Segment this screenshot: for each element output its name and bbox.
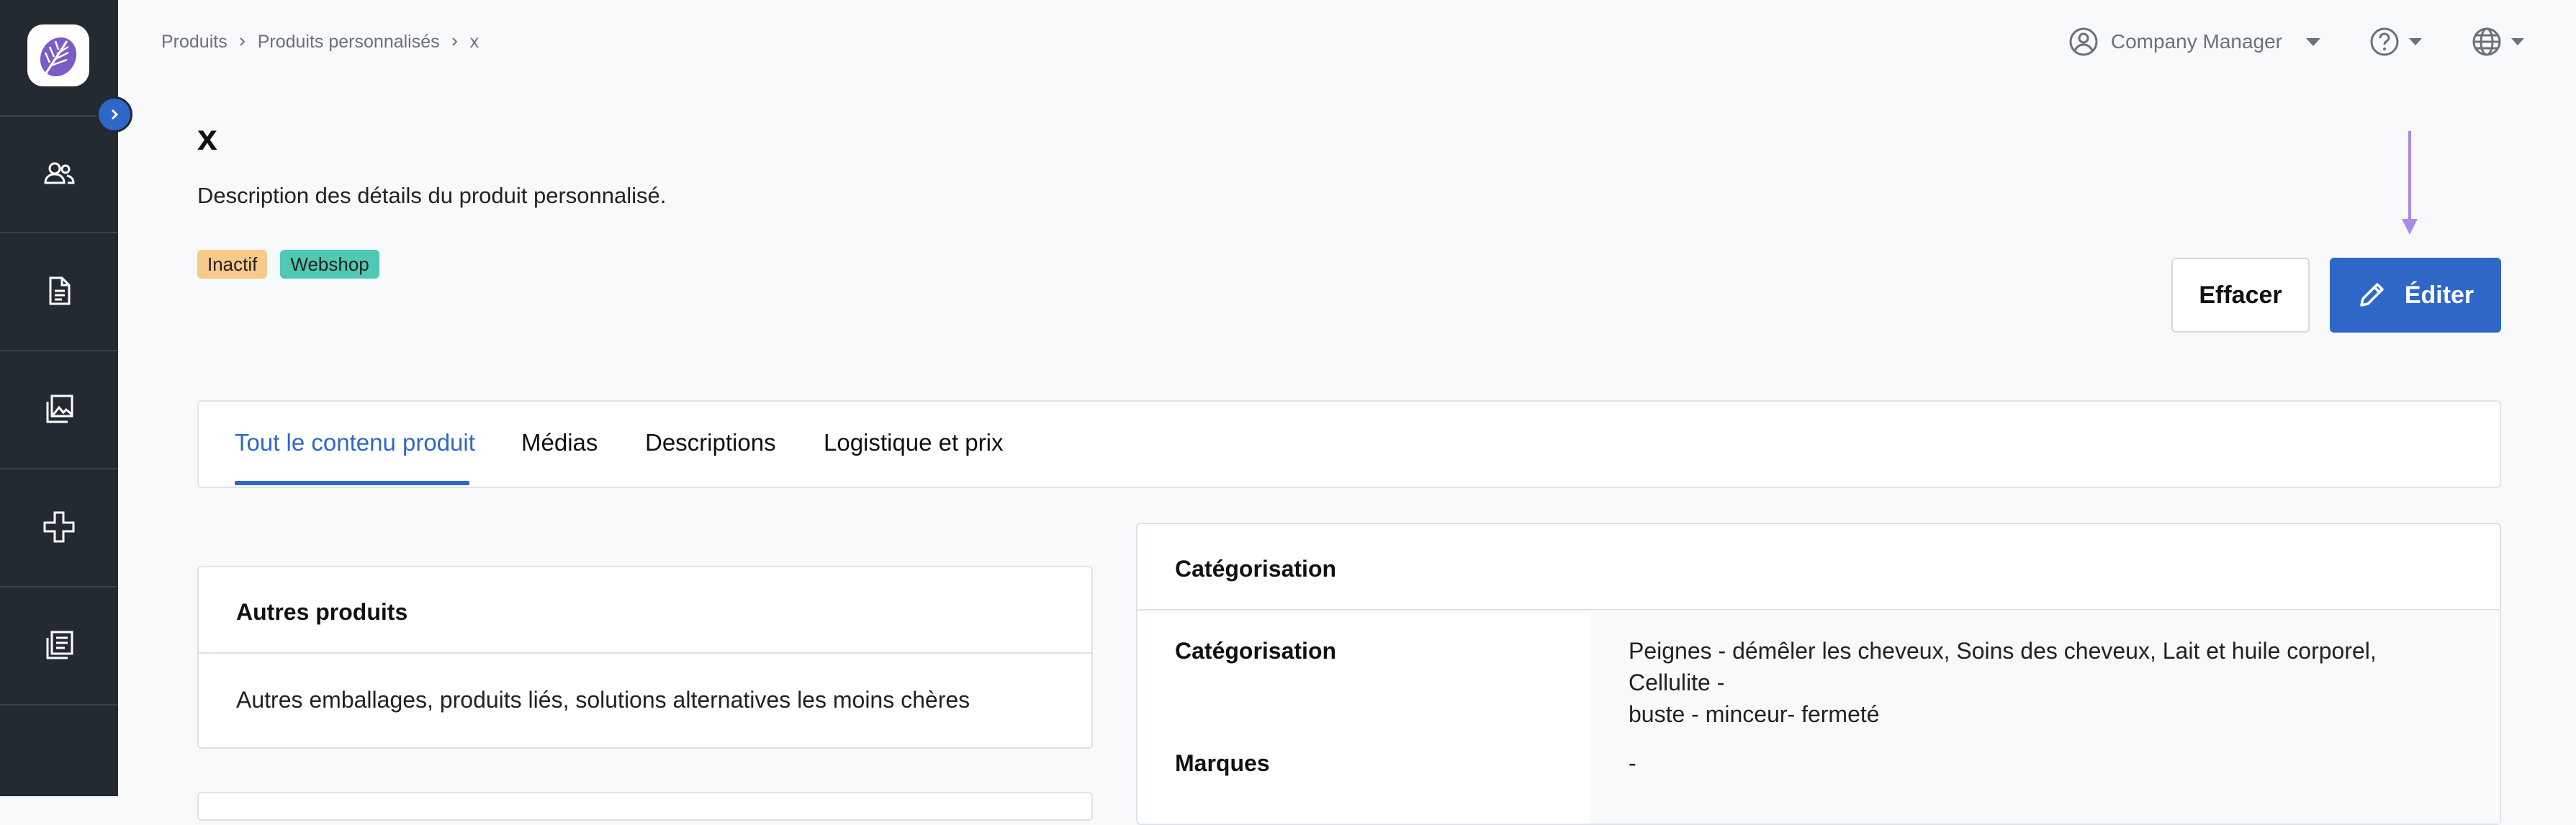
active-tab-indicator	[235, 481, 469, 485]
tab-media[interactable]: Médias	[521, 429, 598, 490]
app-logo[interactable]	[27, 24, 89, 86]
breadcrumb-item-custom-products[interactable]: Produits personnalisés	[258, 32, 440, 53]
chevron-right-icon	[111, 109, 119, 120]
other-products-title: Autres produits	[199, 567, 1091, 654]
categorization-value-line: Peignes - démêler les cheveux, Soins des…	[1629, 638, 2377, 695]
categorization-title: Catégorisation	[1138, 524, 2500, 610]
categorization-value-line: buste - minceur- fermeté	[1629, 701, 1880, 727]
sidebar-item-add[interactable]	[0, 469, 118, 586]
sidebar-expand-button[interactable]	[96, 96, 132, 132]
categorization-card: Catégorisation Catégorisation Peignes - …	[1136, 523, 2501, 825]
globe-icon	[2472, 27, 2501, 56]
pencil-icon	[2360, 283, 2384, 307]
clear-button[interactable]: Effacer	[2171, 258, 2310, 333]
product-tabs: Tout le contenu produit Médias Descripti…	[197, 400, 2501, 488]
chevron-right-icon	[451, 37, 458, 46]
categorization-row-value: Peignes - démêler les cheveux, Soins des…	[1629, 635, 2456, 730]
arrow-down-annotation-icon	[2402, 131, 2418, 235]
page-title: x	[197, 117, 217, 158]
edit-button-label: Éditer	[2404, 281, 2474, 309]
help-menu[interactable]	[2369, 26, 2423, 58]
leaf-logo-icon	[40, 37, 77, 77]
breadcrumb-item-current: x	[469, 31, 479, 52]
catalog-icon	[46, 631, 73, 659]
sidebar-item-documents[interactable]	[0, 233, 118, 350]
caret-down-icon	[2511, 38, 2524, 45]
user-circle-icon	[2069, 27, 2098, 56]
user-menu[interactable]: Company Manager	[2068, 26, 2323, 58]
tab-descriptions[interactable]: Descriptions	[645, 429, 776, 490]
tab-logistics-price[interactable]: Logistique et prix	[824, 429, 1003, 490]
sidebar-item-users[interactable]	[0, 117, 118, 233]
users-icon	[44, 162, 75, 184]
caret-down-icon	[2409, 38, 2422, 45]
next-card	[197, 792, 1093, 821]
breadcrumb-item-products[interactable]: Produits	[161, 32, 228, 53]
user-name: Company Manager	[2110, 30, 2282, 53]
categorization-row-label: Catégorisation	[1175, 638, 1337, 664]
sidebar-item-catalog[interactable]	[0, 587, 118, 704]
page-description: Description des détails du produit perso…	[197, 183, 667, 208]
other-products-card: Autres produits Autres emballages, produ…	[197, 566, 1093, 749]
language-menu[interactable]	[2471, 26, 2526, 58]
status-badge-inactive: Inactif	[197, 250, 268, 279]
other-products-text: Autres emballages, produits liés, soluti…	[236, 687, 970, 713]
status-badges: Inactif Webshop	[197, 250, 379, 279]
help-circle-icon	[2370, 27, 2399, 56]
sidebar-item-media[interactable]	[0, 351, 118, 468]
breadcrumb: Produits Produits personnalisés x	[161, 30, 479, 53]
top-right-menus: Company Manager	[2068, 23, 2526, 60]
images-icon	[46, 395, 73, 423]
plus-outline-icon	[43, 511, 75, 543]
brands-row-label: Marques	[1175, 750, 1270, 776]
document-icon	[49, 276, 71, 305]
sidebar-divider	[0, 704, 118, 705]
chevron-right-icon	[240, 37, 246, 46]
edit-button[interactable]: Éditer	[2330, 258, 2501, 333]
caret-down-icon	[2306, 38, 2320, 46]
channel-badge-webshop: Webshop	[280, 250, 379, 279]
brands-row-value: -	[1629, 750, 1636, 776]
